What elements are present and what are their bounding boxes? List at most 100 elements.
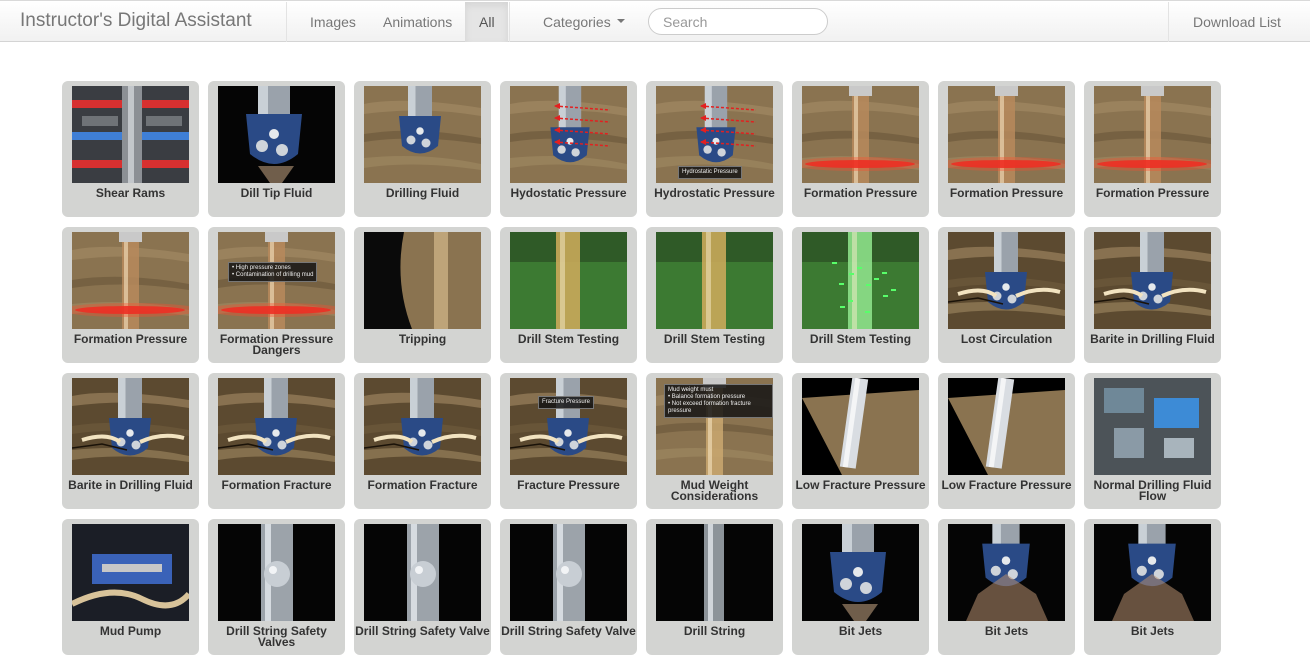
media-thumbnail (802, 232, 919, 329)
media-caption: Formation Pressure (803, 186, 918, 200)
nav-divider (286, 2, 287, 42)
media-caption: Normal Drilling Fluid Flow (1093, 478, 1212, 503)
media-thumbnail: Hydrostatic Pressure (656, 86, 773, 183)
media-caption: Formation Pressure (73, 332, 188, 346)
media-thumbnail (1094, 524, 1211, 621)
media-caption: Low Fracture Pressure (795, 478, 926, 492)
media-caption: Formation Pressure (949, 186, 1064, 200)
thumbnail-overlay-label: Mud weight must • Balance formation pres… (664, 384, 773, 418)
search-input[interactable] (648, 8, 828, 35)
media-thumbnail (802, 378, 919, 475)
media-tile[interactable]: Formation Pressure (1084, 81, 1221, 217)
media-caption: Barite in Drilling Fluid (68, 478, 193, 492)
media-tile[interactable]: Fracture Pressure Fracture Pressure (500, 373, 637, 509)
media-tile[interactable]: Formation Fracture (354, 373, 491, 509)
media-caption: Low Fracture Pressure (941, 478, 1072, 492)
media-tile[interactable]: Low Fracture Pressure (938, 373, 1075, 509)
thumbnail-overlay-label: Hydrostatic Pressure (678, 166, 742, 179)
media-caption: Formation Pressure Dangers (219, 332, 334, 357)
media-caption: Formation Fracture (221, 478, 332, 492)
download-list-link[interactable]: Download List (1193, 14, 1281, 30)
media-tile[interactable]: Hydostatic Pressure (500, 81, 637, 217)
media-caption: Bit Jets (984, 624, 1029, 638)
media-tile[interactable]: Bit Jets (1084, 519, 1221, 655)
media-thumbnail: Fracture Pressure (510, 378, 627, 475)
categories-dropdown[interactable]: Categories (543, 14, 625, 30)
media-tile[interactable]: • High pressure zones • Contamination of… (208, 227, 345, 363)
media-tile[interactable]: Drill String Safety Valve (354, 519, 491, 655)
media-thumbnail (802, 524, 919, 621)
media-caption: Formation Pressure (1095, 186, 1210, 200)
media-caption: Fracture Pressure (517, 478, 620, 492)
media-thumbnail: Mud weight must • Balance formation pres… (656, 378, 773, 475)
media-thumbnail (510, 524, 627, 621)
media-tile[interactable]: Formation Pressure (792, 81, 929, 217)
media-tile[interactable]: Barite in Drilling Fluid (1084, 227, 1221, 363)
media-tile[interactable]: Lost Circulation (938, 227, 1075, 363)
media-caption: Drill String Safety Valves (226, 624, 327, 649)
media-tile[interactable]: Dill Tip Fluid (208, 81, 345, 217)
media-caption: Barite in Drilling Fluid (1090, 332, 1215, 346)
media-caption: Drill Stem Testing (517, 332, 620, 346)
media-tile[interactable]: Drill String (646, 519, 783, 655)
nav-images[interactable]: Images (310, 14, 356, 30)
media-caption: Mud Weight Considerations (670, 478, 759, 503)
caret-down-icon (616, 19, 625, 24)
media-tile[interactable]: Mud weight must • Balance formation pres… (646, 373, 783, 509)
media-thumbnail (1094, 378, 1211, 475)
media-thumbnail (218, 524, 335, 621)
media-tile[interactable]: Formation Pressure (938, 81, 1075, 217)
media-caption: Bit Jets (838, 624, 883, 638)
media-thumbnail (1094, 232, 1211, 329)
media-tile[interactable]: Shear Rams (62, 81, 199, 217)
media-thumbnail (948, 378, 1065, 475)
nav-all[interactable]: All (479, 14, 495, 30)
media-tile[interactable]: Normal Drilling Fluid Flow (1084, 373, 1221, 509)
media-tile[interactable]: Drill Stem Testing (646, 227, 783, 363)
media-caption: Tripping (398, 332, 447, 346)
media-thumbnail (802, 86, 919, 183)
media-caption: Dill Tip Fluid (240, 186, 313, 200)
media-caption: Shear Rams (95, 186, 166, 200)
media-caption: Mud Pump (99, 624, 162, 638)
app-title[interactable]: Instructor's Digital Assistant (20, 10, 252, 32)
media-tile[interactable]: Bit Jets (792, 519, 929, 655)
media-tile[interactable]: Bit Jets (938, 519, 1075, 655)
media-tile[interactable]: Drill Stem Testing (792, 227, 929, 363)
media-tile[interactable]: Low Fracture Pressure (792, 373, 929, 509)
media-thumbnail (364, 232, 481, 329)
media-caption: Hydrostatic Pressure (654, 186, 775, 200)
media-caption: Hydostatic Pressure (510, 186, 627, 200)
media-caption: Lost Circulation (960, 332, 1053, 346)
nav-divider (509, 2, 510, 42)
media-caption: Drill Stem Testing (663, 332, 766, 346)
media-thumbnail (218, 86, 335, 183)
media-thumbnail (72, 86, 189, 183)
nav-animations[interactable]: Animations (383, 14, 452, 30)
media-thumbnail (948, 524, 1065, 621)
media-tile[interactable]: Drill String Safety Valves (208, 519, 345, 655)
media-caption: Drill String Safety Valve (355, 624, 490, 638)
media-thumbnail (510, 86, 627, 183)
media-tile[interactable]: Hydrostatic Pressure Hydrostatic Pressure (646, 81, 783, 217)
media-thumbnail (364, 378, 481, 475)
thumbnail-overlay-label: • High pressure zones • Contamination of… (228, 262, 318, 282)
media-tile[interactable]: Drill Stem Testing (500, 227, 637, 363)
media-caption: Drilling Fluid (385, 186, 460, 200)
media-tile[interactable]: Formation Fracture (208, 373, 345, 509)
media-caption: Drill Stem Testing (809, 332, 912, 346)
media-tile[interactable]: Tripping (354, 227, 491, 363)
media-thumbnail (1094, 86, 1211, 183)
media-tile[interactable]: Drill String Safety Valve (500, 519, 637, 655)
media-tile[interactable]: Drilling Fluid (354, 81, 491, 217)
media-thumbnail (656, 524, 773, 621)
media-caption: Drill String Safety Valve (501, 624, 636, 638)
media-tile[interactable]: Formation Pressure (62, 227, 199, 363)
media-caption: Drill String (683, 624, 746, 638)
media-thumbnail (656, 232, 773, 329)
media-tile[interactable]: Barite in Drilling Fluid (62, 373, 199, 509)
media-tile[interactable]: Mud Pump (62, 519, 199, 655)
media-thumbnail (218, 378, 335, 475)
categories-label: Categories (543, 14, 611, 30)
media-thumbnail (364, 86, 481, 183)
